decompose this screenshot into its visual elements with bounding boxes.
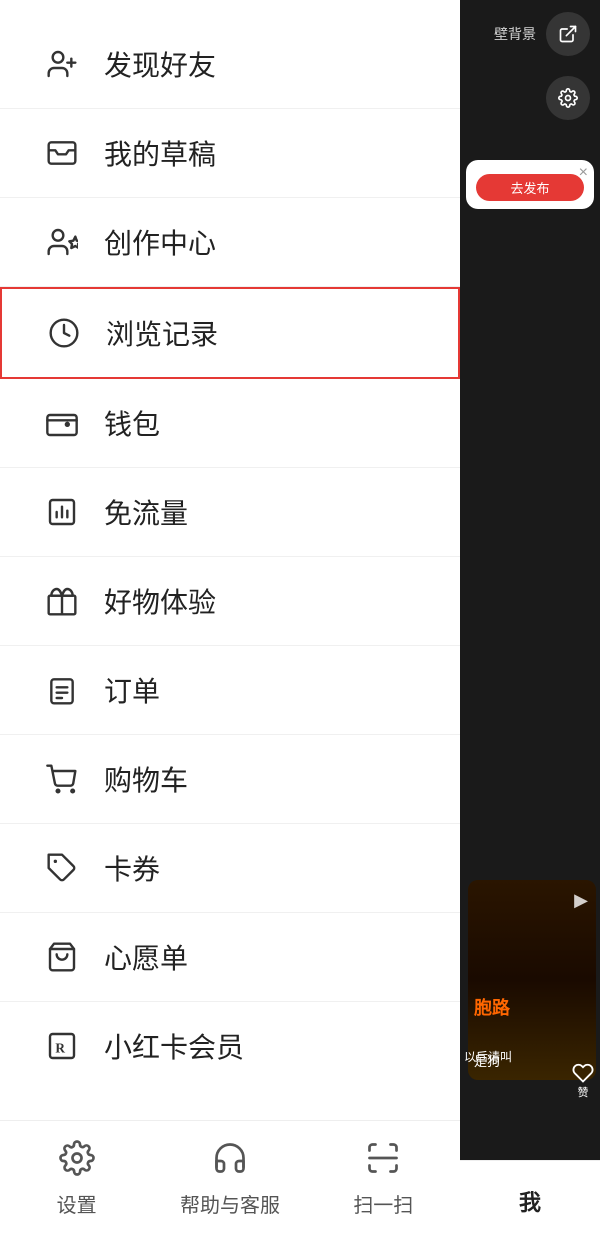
scan-icon — [358, 1133, 408, 1183]
play-icon: ▶ — [574, 890, 588, 911]
bottom-toolbar: 设置 帮助与客服 — [0, 1120, 460, 1240]
sidebar-item-browse-history-wrapper: 浏览记录 — [0, 287, 460, 379]
sidebar-item-label: 心愿单 — [104, 937, 188, 977]
notification-close[interactable]: × — [579, 164, 588, 182]
user-plus-icon — [40, 42, 84, 86]
menu-panel: 发现好友 我的草稿 — [0, 0, 460, 1240]
like-button[interactable]: 赞 — [572, 1062, 594, 1100]
right-bottom-nav: 我 — [460, 1160, 600, 1240]
sidebar-item-label: 卡券 — [104, 848, 160, 888]
sidebar-item-label: 发现好友 — [104, 44, 216, 84]
sidebar-item-shopping-cart[interactable]: 购物车 — [0, 735, 460, 824]
right-top-bar: 壁背景 — [460, 0, 600, 68]
sidebar-item-browse-history[interactable]: 浏览记录 — [2, 289, 458, 377]
sidebar-item-orders[interactable]: 订单 — [0, 646, 460, 735]
bottom-nav-label: 我 — [519, 1185, 541, 1217]
toolbar-scan[interactable]: 扫一扫 — [307, 1133, 460, 1218]
inbox-icon — [40, 131, 84, 175]
main-container: 发现好友 我的草稿 — [0, 0, 600, 1240]
clock-icon — [42, 311, 86, 355]
share-button[interactable] — [546, 12, 590, 56]
sidebar-item-coupons[interactable]: 卡券 — [0, 824, 460, 913]
sidebar-item-wishlist[interactable]: 心愿单 — [0, 913, 460, 1002]
bag-icon — [40, 935, 84, 979]
sidebar-item-wallet[interactable]: 钱包 — [0, 379, 460, 468]
sidebar-item-label: 购物车 — [104, 759, 188, 799]
sidebar-item-creation-center[interactable]: 创作中心 — [0, 198, 460, 287]
right-panel: 壁背景 × 去发布 — [460, 0, 600, 1240]
cart-icon — [40, 757, 84, 801]
sidebar-item-label: 好物体验 — [104, 581, 216, 621]
sidebar-item-label: 订单 — [104, 670, 160, 710]
scan-label: 扫一扫 — [353, 1189, 413, 1218]
headset-icon — [205, 1133, 255, 1183]
toolbar-help[interactable]: 帮助与客服 — [153, 1133, 306, 1218]
video-overlay-text: 胞路 — [474, 994, 510, 1020]
gear-icon — [52, 1133, 102, 1183]
help-label: 帮助与客服 — [180, 1189, 280, 1218]
gift-icon — [40, 579, 84, 623]
clipboard-icon — [40, 668, 84, 712]
sidebar-item-good-stuff[interactable]: 好物体验 — [0, 557, 460, 646]
settings-label: 设置 — [57, 1189, 97, 1218]
settings-button-right[interactable] — [546, 76, 590, 120]
sidebar-item-label: 小红卡会员 — [104, 1026, 244, 1066]
wallpaper-label: 壁背景 — [494, 24, 536, 44]
redcard-icon: R — [40, 1024, 84, 1068]
sidebar-item-free-traffic[interactable]: 免流量 — [0, 468, 460, 557]
publish-button[interactable]: 去发布 — [476, 174, 584, 201]
sidebar-item-label: 创作中心 — [104, 222, 216, 262]
notification-card: × 去发布 — [466, 160, 594, 209]
bar-chart-icon — [40, 490, 84, 534]
toolbar-settings[interactable]: 设置 — [0, 1133, 153, 1218]
user-star-icon — [40, 220, 84, 264]
sidebar-item-drafts[interactable]: 我的草稿 — [0, 109, 460, 198]
sidebar-item-label: 免流量 — [104, 492, 188, 532]
like-label: 赞 — [578, 1084, 589, 1100]
sidebar-item-label: 钱包 — [104, 403, 160, 443]
tag-icon — [40, 846, 84, 890]
menu-list: 发现好友 我的草稿 — [0, 0, 460, 1120]
svg-text:R: R — [55, 1041, 65, 1056]
video-bottom-text: 以后请叫 — [464, 1048, 512, 1065]
wallet-icon — [40, 401, 84, 445]
sidebar-item-label: 我的草稿 — [104, 133, 216, 173]
sidebar-item-label: 浏览记录 — [106, 313, 218, 353]
sidebar-item-redcard[interactable]: R 小红卡会员 — [0, 1002, 460, 1090]
sidebar-item-find-friends[interactable]: 发现好友 — [0, 20, 460, 109]
